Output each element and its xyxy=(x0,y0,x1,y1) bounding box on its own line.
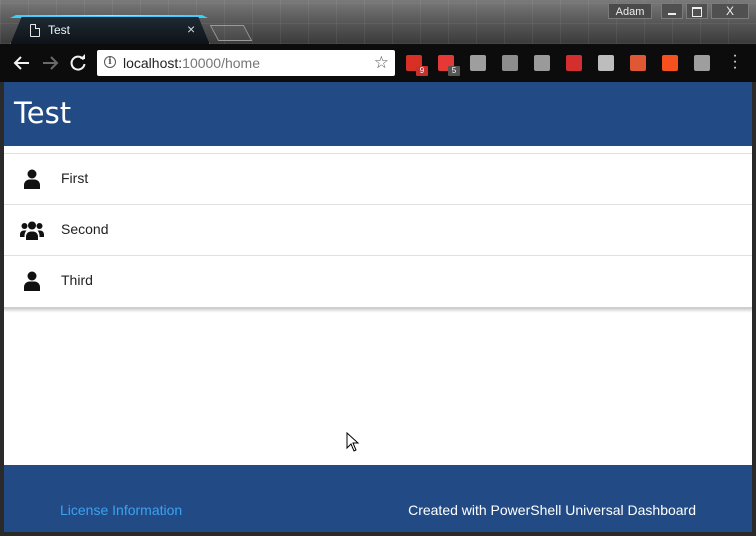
bss-extension-icon[interactable] xyxy=(470,55,486,71)
page-title: Test xyxy=(14,96,72,130)
list-item-label: Third xyxy=(61,272,93,288)
bulb-extension-icon[interactable] xyxy=(694,55,710,71)
user-icon xyxy=(24,169,40,189)
forward-button[interactable] xyxy=(40,53,60,73)
close-window-button[interactable]: X xyxy=(711,3,749,19)
page-icon xyxy=(30,24,40,37)
tab-title[interactable]: Test xyxy=(48,23,70,37)
tab-close-icon[interactable]: × xyxy=(187,21,195,37)
close-window-icon: X xyxy=(725,4,734,18)
extension-badge: 9 xyxy=(416,66,428,76)
extension-badge: 5 xyxy=(448,66,460,76)
list-item-label: First xyxy=(61,170,89,186)
address-bar[interactable]: i localhost:10000/home ☆ xyxy=(97,50,395,76)
created-with-text: Created with PowerShell Universal Dashbo… xyxy=(408,502,696,518)
reload-icon xyxy=(70,54,86,71)
dashboard-page: Test First Second Third License Informat… xyxy=(4,82,752,532)
window-frame-bottom xyxy=(0,532,756,536)
window-frame-right xyxy=(752,82,756,536)
item-list: First Second Third xyxy=(4,153,752,309)
list-item[interactable]: Third xyxy=(4,256,752,306)
list-item[interactable]: First xyxy=(4,154,752,205)
bookmark-star-icon[interactable]: ☆ xyxy=(374,53,389,73)
forward-arrow-icon xyxy=(43,56,59,70)
duckduckgo-extension-icon[interactable] xyxy=(630,55,646,71)
app-footer: License Information Created with PowerSh… xyxy=(4,465,752,532)
info-icon[interactable]: i xyxy=(104,56,116,68)
xa-extension-icon[interactable] xyxy=(662,55,678,71)
license-information-link[interactable]: License Information xyxy=(60,502,182,518)
bucket-extension-icon[interactable] xyxy=(598,55,614,71)
mouse-cursor-icon xyxy=(346,432,360,452)
app-header: Test xyxy=(4,82,752,146)
minimize-button[interactable] xyxy=(661,3,683,19)
reload-button[interactable] xyxy=(68,53,88,73)
url-text[interactable]: localhost:10000/home xyxy=(123,55,260,71)
bug-extension-icon[interactable] xyxy=(566,55,582,71)
user-icon xyxy=(24,271,40,291)
google-extension-icon[interactable] xyxy=(534,55,550,71)
browser-menu-icon[interactable]: · · · xyxy=(730,48,740,76)
back-button[interactable] xyxy=(12,53,32,73)
list-item-label: Second xyxy=(61,221,109,237)
users-icon xyxy=(20,221,44,240)
list-item[interactable]: Second xyxy=(4,205,752,256)
notes-extension-icon[interactable] xyxy=(502,55,518,71)
browser-tab[interactable] xyxy=(10,16,210,45)
profile-button[interactable]: Adam xyxy=(608,3,652,19)
back-arrow-icon xyxy=(13,56,29,70)
maximize-button[interactable] xyxy=(686,3,708,19)
